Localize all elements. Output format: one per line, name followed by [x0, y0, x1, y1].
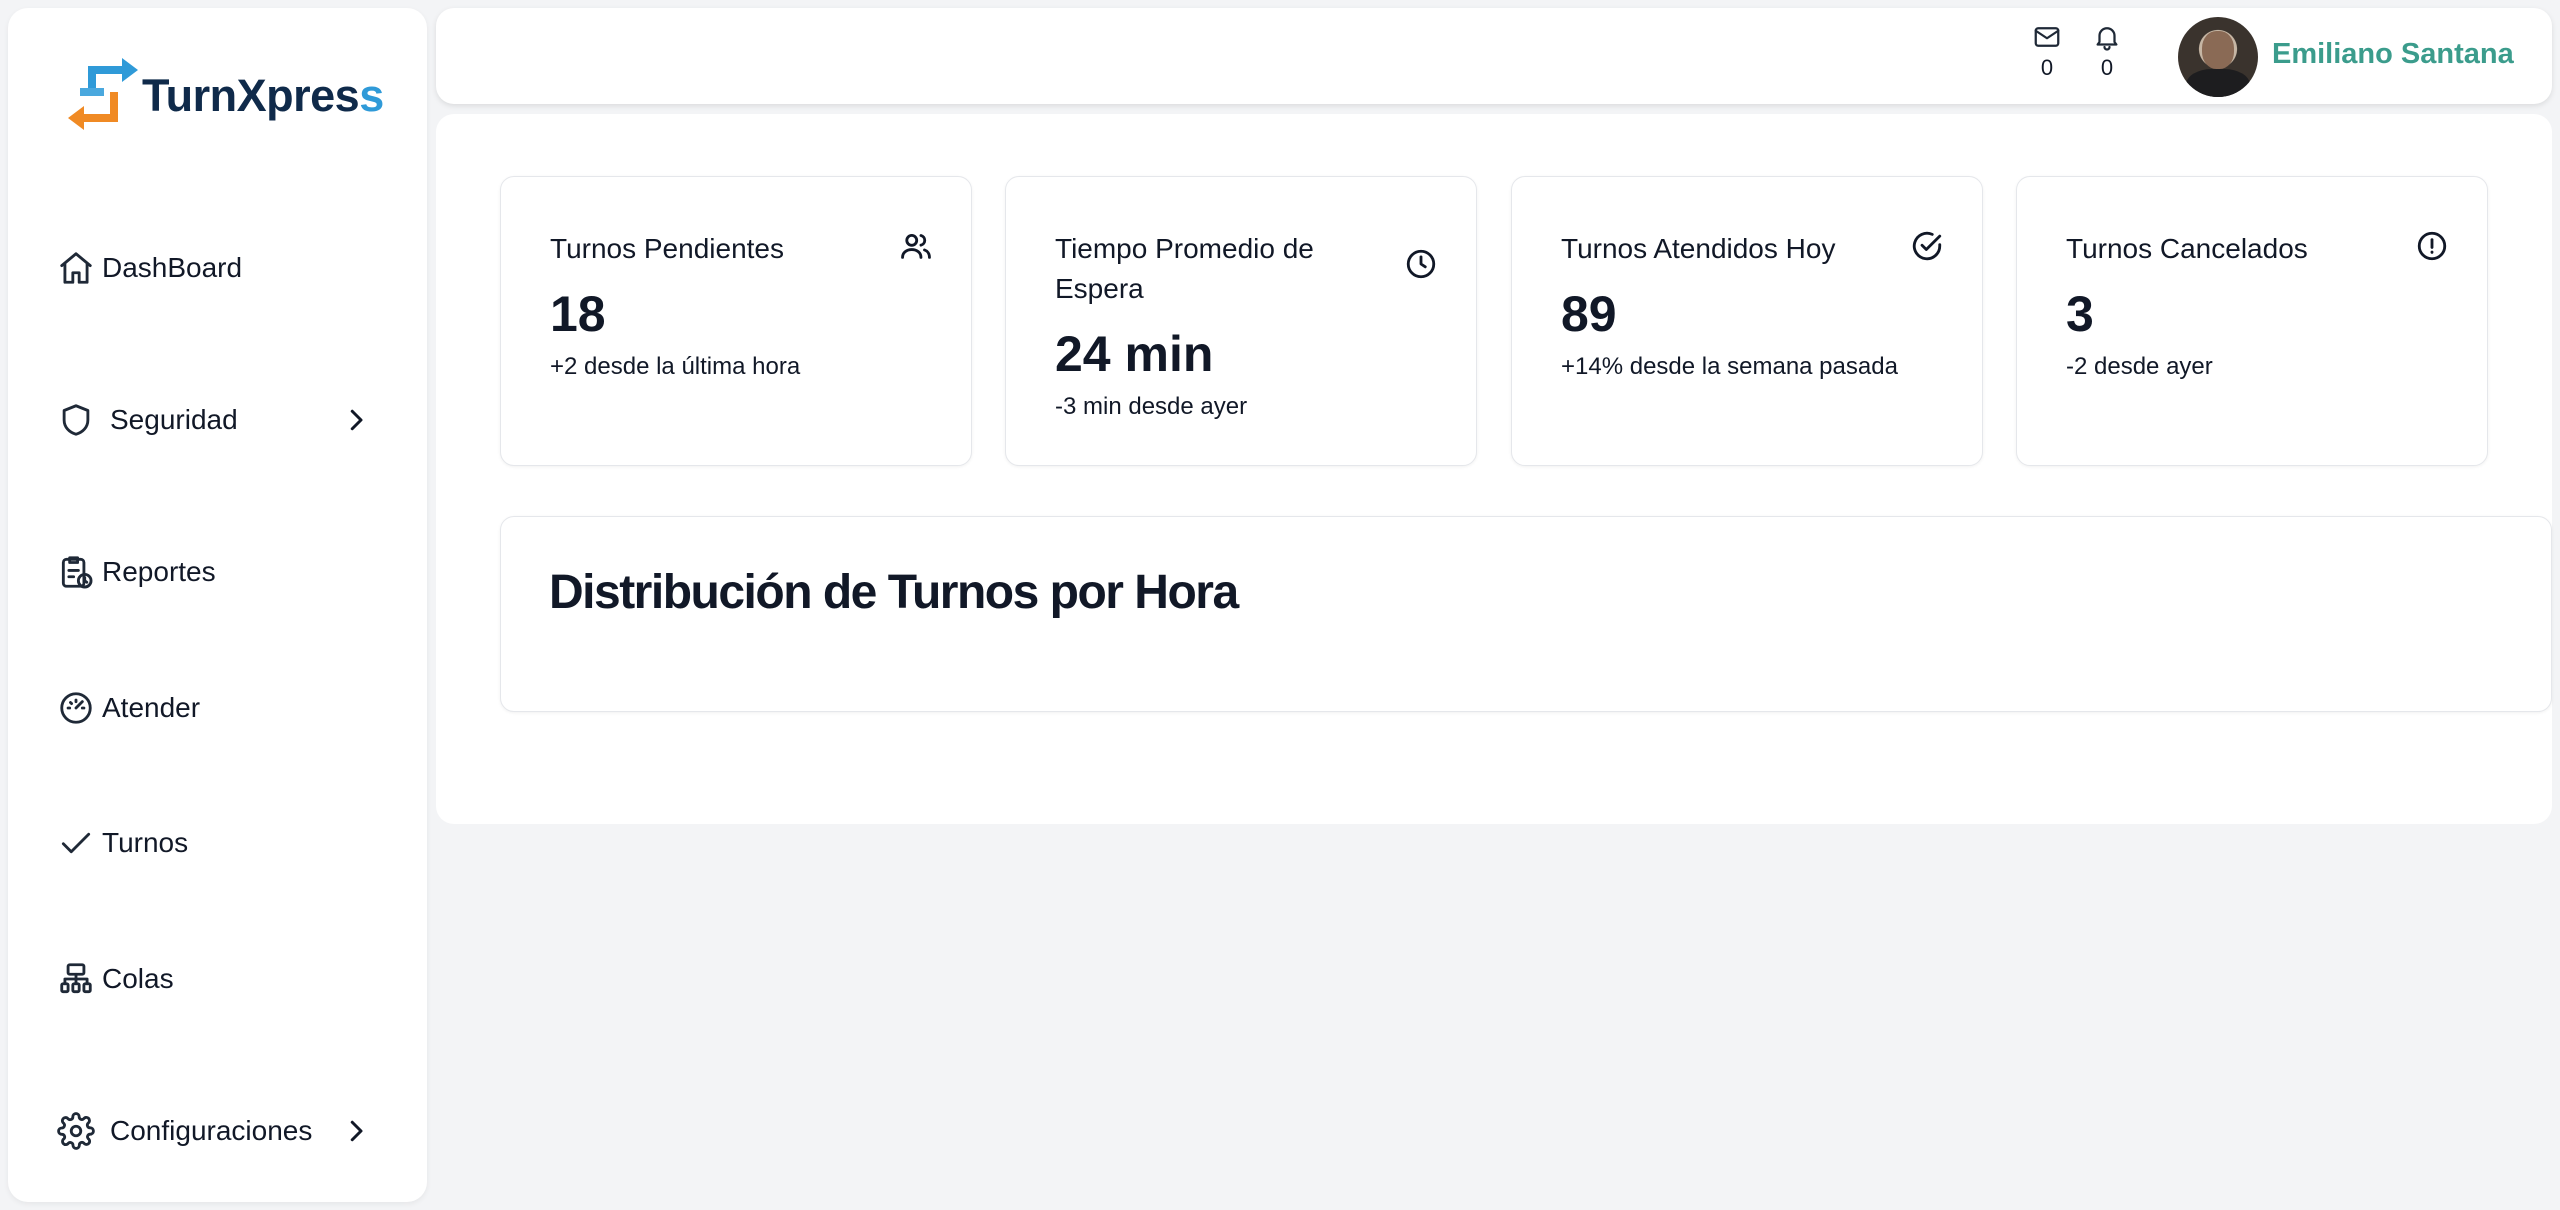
messages-count: 0 [2040, 55, 2054, 80]
mail-icon [2034, 27, 2060, 47]
shield-icon [56, 400, 96, 440]
top-header: 0 0 Emiliano Santana [436, 8, 2552, 104]
distribution-card: Distribución de Turnos por Hora [500, 516, 2552, 712]
stat-card-atendidos: Turnos Atendidos Hoy 89 +14% desde la se… [1511, 176, 1983, 466]
app-root: TurnXpress DashBoard Seguridad Reportes [0, 0, 2560, 1210]
user-name[interactable]: Emiliano Santana [2272, 38, 2514, 71]
sidebar-item-label: Turnos [102, 827, 189, 858]
dashboard-panel: Turnos Pendientes 18 +2 desde la última … [436, 114, 2552, 824]
notifications-button[interactable]: 0 [2087, 22, 2127, 81]
sidebar-item-label: Atender [102, 692, 201, 723]
stat-change: +14% desde la semana pasada [1561, 353, 1898, 380]
brand-logo[interactable]: TurnXpress [60, 52, 384, 136]
sidebar-item-label: Colas [102, 963, 174, 994]
logo-arrows-icon [68, 58, 138, 130]
stat-value: 18 [550, 286, 606, 342]
sidebar-item-label: Configuraciones [110, 1115, 313, 1146]
stat-title: Turnos Pendientes [550, 233, 784, 264]
clock-icon [1404, 247, 1440, 283]
sidebar: TurnXpress DashBoard Seguridad Reportes [8, 8, 427, 1202]
sidebar-item-label: Seguridad [110, 404, 238, 435]
distribution-title: Distribución de Turnos por Hora [549, 566, 1239, 619]
gear-icon [56, 1111, 96, 1151]
stat-title: Turnos Cancelados [2066, 233, 2308, 264]
avatar[interactable] [2178, 17, 2258, 97]
stat-change: -3 min desde ayer [1055, 393, 1248, 420]
sidebar-item-dashboard[interactable]: DashBoard [56, 238, 242, 298]
sidebar-item-seguridad[interactable]: Seguridad [56, 390, 363, 450]
sidebar-item-turnos[interactable]: Turnos [56, 813, 188, 873]
stat-value: 24 min [1055, 326, 1214, 382]
sidebar-item-label: DashBoard [102, 252, 243, 283]
sidebar-item-label: Reportes [102, 556, 216, 587]
stat-card-tiempo-promedio: Tiempo Promedio de Espera 24 min -3 min … [1005, 176, 1477, 466]
home-icon [56, 248, 96, 288]
check-circle-icon [1910, 229, 1946, 265]
messages-button[interactable]: 0 [2027, 22, 2067, 81]
notifications-count: 0 [2100, 55, 2114, 80]
check-icon [56, 823, 96, 863]
stat-change: -2 desde ayer [2066, 353, 2213, 380]
stat-value: 3 [2066, 286, 2094, 342]
sidebar-item-configuraciones[interactable]: Configuraciones [56, 1101, 363, 1161]
stat-change: +2 desde la última hora [550, 353, 801, 380]
chevron-right-icon[interactable] [341, 1116, 371, 1146]
stat-value: 89 [1561, 286, 1617, 342]
stat-card-pendientes: Turnos Pendientes 18 +2 desde la última … [500, 176, 972, 466]
stat-card-cancelados: Turnos Cancelados 3 -2 desde ayer [2016, 176, 2488, 466]
sidebar-item-atender[interactable]: Atender [56, 678, 200, 738]
hierarchy-icon [56, 959, 96, 999]
alert-circle-icon [2415, 229, 2451, 265]
bell-icon [2096, 27, 2118, 51]
users-icon [899, 229, 935, 265]
clipboard-clock-icon [56, 552, 96, 592]
sidebar-item-reportes[interactable]: Reportes [56, 542, 216, 602]
stat-title: Turnos Atendidos Hoy [1561, 233, 1836, 264]
brand-name: TurnXpress [142, 70, 384, 121]
chevron-right-icon[interactable] [341, 405, 371, 435]
sidebar-item-colas[interactable]: Colas [56, 949, 174, 1009]
gauge-icon [56, 688, 96, 728]
stat-title: Tiempo Promedio de Espera [1055, 233, 1314, 304]
